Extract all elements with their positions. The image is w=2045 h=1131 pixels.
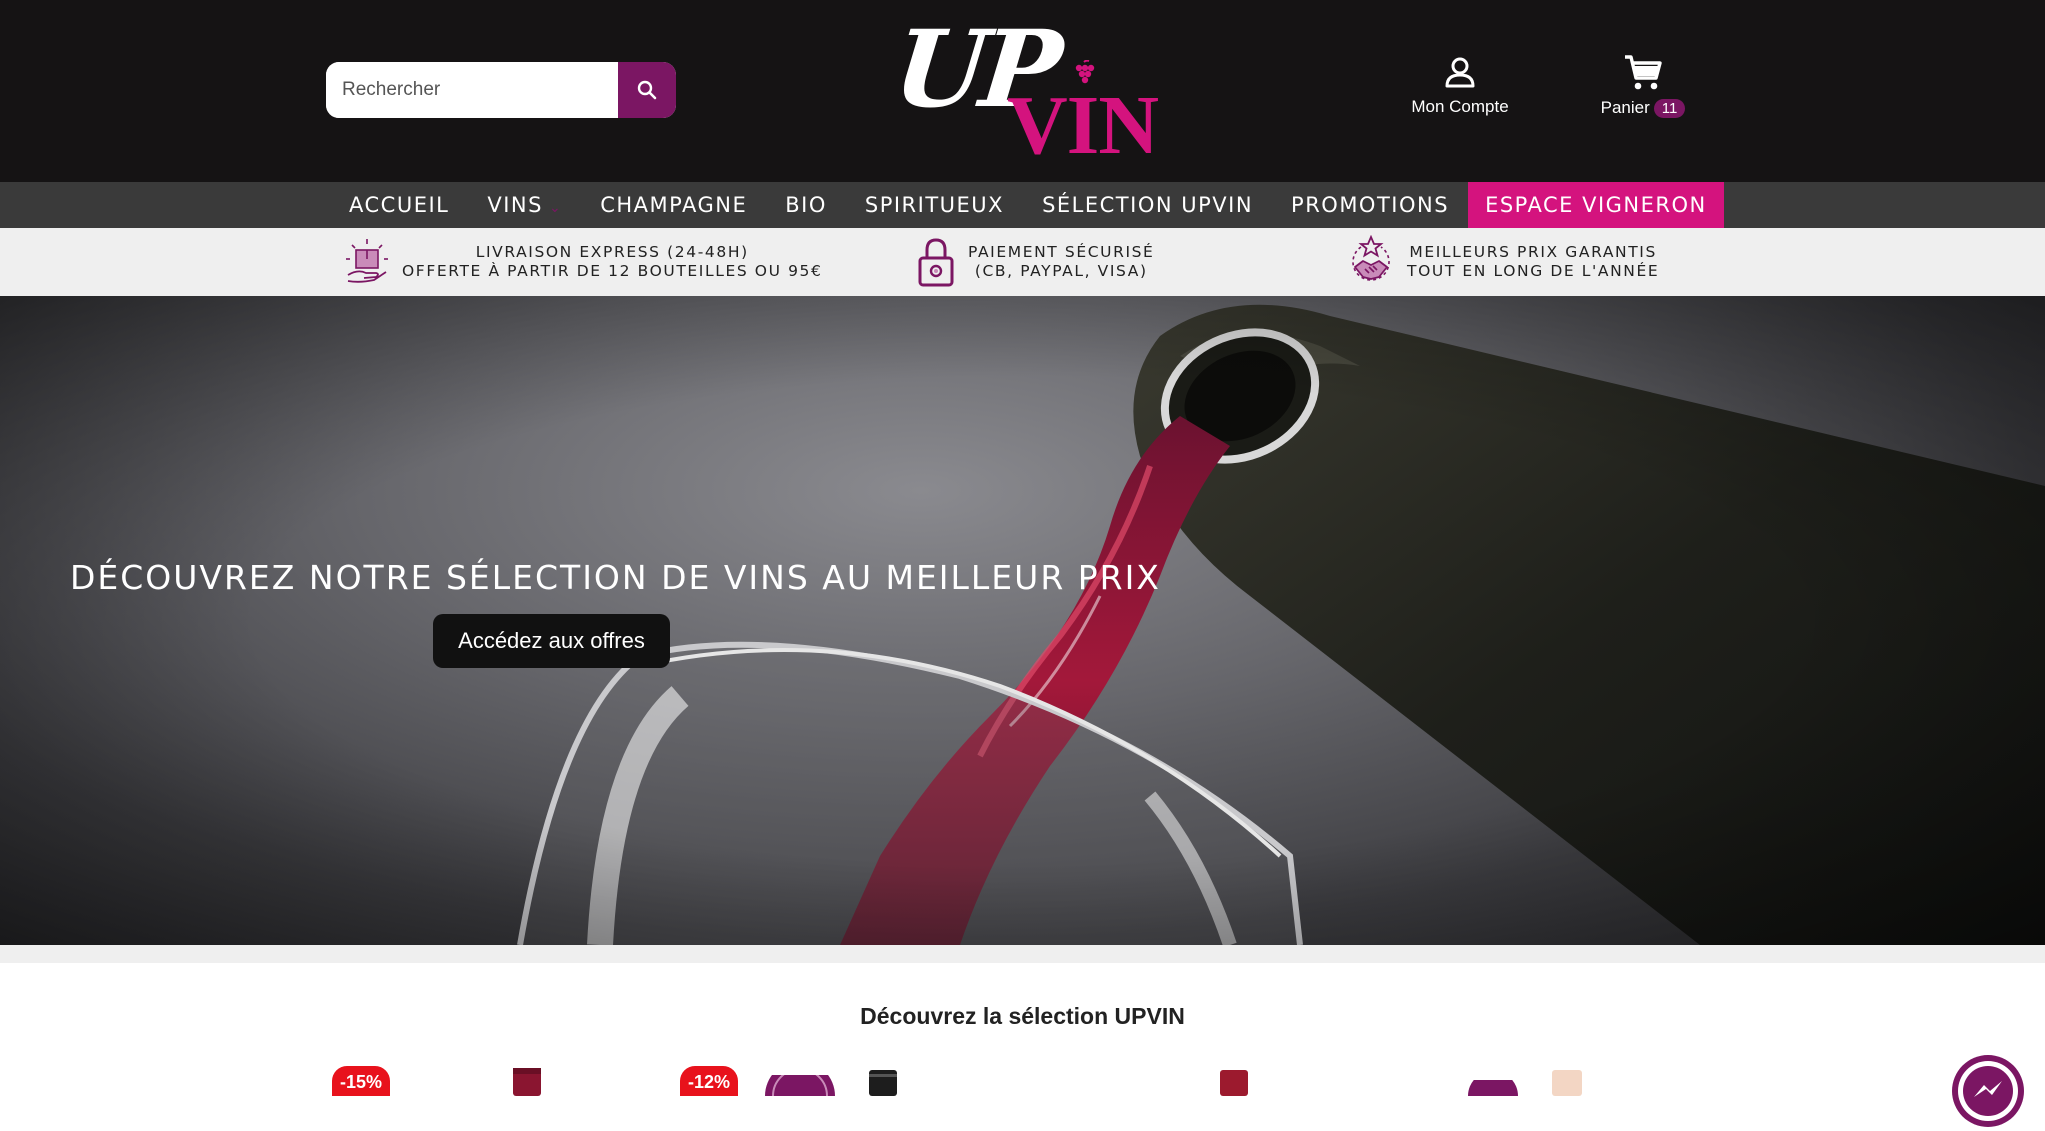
wine-bottle-image[interactable]: [867, 1068, 899, 1096]
padlock-icon: [918, 238, 954, 287]
wine-pour-illustration: [0, 296, 2045, 945]
nav-items: ACCUEIL VINS ⌄ CHAMPAGNE BIO SPIRITUEUX S…: [330, 182, 1724, 228]
account-label: Mon Compte: [1411, 97, 1509, 116]
nav-label: CHAMPAGNE: [600, 193, 748, 217]
benefit-delivery: LIVRAISON EXPRESS (24-48H) OFFERTE À PAR…: [344, 228, 822, 296]
nav-label: SÉLECTION UPVIN: [1042, 193, 1254, 217]
nav-label: VINS: [487, 193, 543, 217]
handshake-star-icon: [1352, 235, 1390, 281]
nav-label: BIO: [785, 193, 827, 217]
shopping-cart-icon: [1625, 55, 1662, 90]
site-logo[interactable]: UP VIN: [888, 6, 1160, 168]
cart-count-badge: 11: [1653, 98, 1686, 118]
nav-item-vins[interactable]: VINS ⌄: [468, 182, 581, 228]
nav-item-champagne[interactable]: CHAMPAGNE: [581, 182, 766, 228]
rose-wine-bottle-image[interactable]: [1550, 1068, 1584, 1096]
account-link[interactable]: Mon Compte: [1405, 55, 1515, 117]
search-input[interactable]: [326, 62, 618, 118]
nav-item-selection-upvin[interactable]: SÉLECTION UPVIN: [1023, 182, 1272, 228]
site-header: UP VIN Mon Compte Panier 11: [0, 0, 2045, 182]
benefit-best-price-text: MEILLEURS PRIX GARANTIS TOUT EN LONG DE …: [1407, 243, 1659, 281]
benefit-line: (CB, PAYPAL, VISA): [974, 262, 1148, 280]
benefit-payment: PAIEMENT SÉCURISÉ (CB, PAYPAL, VISA): [916, 228, 1154, 296]
nav-item-bio[interactable]: BIO: [766, 182, 846, 228]
messenger-icon: [1958, 1061, 2018, 1121]
cart-label: Panier: [1600, 98, 1650, 117]
section-divider: [0, 945, 2045, 963]
hero-title: DÉCOUVREZ NOTRE SÉLECTION DE VINS AU MEI…: [70, 558, 1161, 597]
nav-label: ESPACE VIGNERON: [1485, 193, 1707, 217]
chat-widget-button[interactable]: [1952, 1055, 2024, 1127]
main-nav: ACCUEIL VINS ⌄ CHAMPAGNE BIO SPIRITUEUX S…: [0, 182, 2045, 228]
benefit-line: TOUT EN LONG DE L'ANNÉE: [1407, 262, 1660, 280]
wine-bottle-image[interactable]: [510, 1066, 544, 1096]
award-medal-image: [765, 1075, 835, 1096]
benefit-best-price: MEILLEURS PRIX GARANTIS TOUT EN LONG DE …: [1347, 228, 1659, 296]
nav-item-accueil[interactable]: ACCUEIL: [330, 182, 468, 228]
nav-item-spiritueux[interactable]: SPIRITUEUX: [846, 182, 1023, 228]
search-button[interactable]: [618, 62, 676, 118]
nav-label: PROMOTIONS: [1291, 193, 1450, 217]
search-bar: [326, 62, 676, 118]
hero-cta-button[interactable]: Accédez aux offres: [433, 614, 670, 668]
benefit-line: MEILLEURS PRIX GARANTIS: [1409, 243, 1657, 261]
nav-label: SPIRITUEUX: [864, 193, 1005, 217]
benefits-bar: LIVRAISON EXPRESS (24-48H) OFFERTE À PAR…: [0, 228, 2045, 296]
benefit-delivery-text: LIVRAISON EXPRESS (24-48H) OFFERTE À PAR…: [402, 243, 822, 281]
benefit-line: OFFERTE À PARTIR DE 12 BOUTEILLES OU 95€: [402, 262, 823, 280]
delivery-box-icon: [346, 239, 388, 283]
nav-item-promotions[interactable]: PROMOTIONS: [1272, 182, 1468, 228]
discount-badge: -12%: [680, 1066, 739, 1096]
section-title: Découvrez la sélection UPVIN: [860, 1003, 1185, 1029]
hero-banner: DÉCOUVREZ NOTRE SÉLECTION DE VINS AU MEI…: [0, 296, 2045, 945]
nav-label: ACCUEIL: [349, 193, 450, 217]
cart-label-row: Panier 11: [1598, 98, 1688, 118]
award-medal-image: [1468, 1080, 1518, 1096]
benefit-line: PAIEMENT SÉCURISÉ: [968, 243, 1155, 261]
user-icon: [1445, 57, 1475, 88]
logo-vin-text: VIN: [1007, 79, 1159, 172]
wine-bottle-image[interactable]: [1218, 1068, 1250, 1096]
chevron-down-icon: ⌄: [548, 200, 563, 216]
search-icon: [637, 80, 657, 100]
benefit-line: LIVRAISON EXPRESS (24-48H): [475, 243, 749, 261]
discount-badge: -15%: [332, 1066, 391, 1096]
nav-item-espace-vigneron[interactable]: ESPACE VIGNERON: [1468, 182, 1724, 228]
cart-link[interactable]: Panier 11: [1598, 54, 1688, 118]
benefit-payment-text: PAIEMENT SÉCURISÉ (CB, PAYPAL, VISA): [968, 243, 1154, 281]
